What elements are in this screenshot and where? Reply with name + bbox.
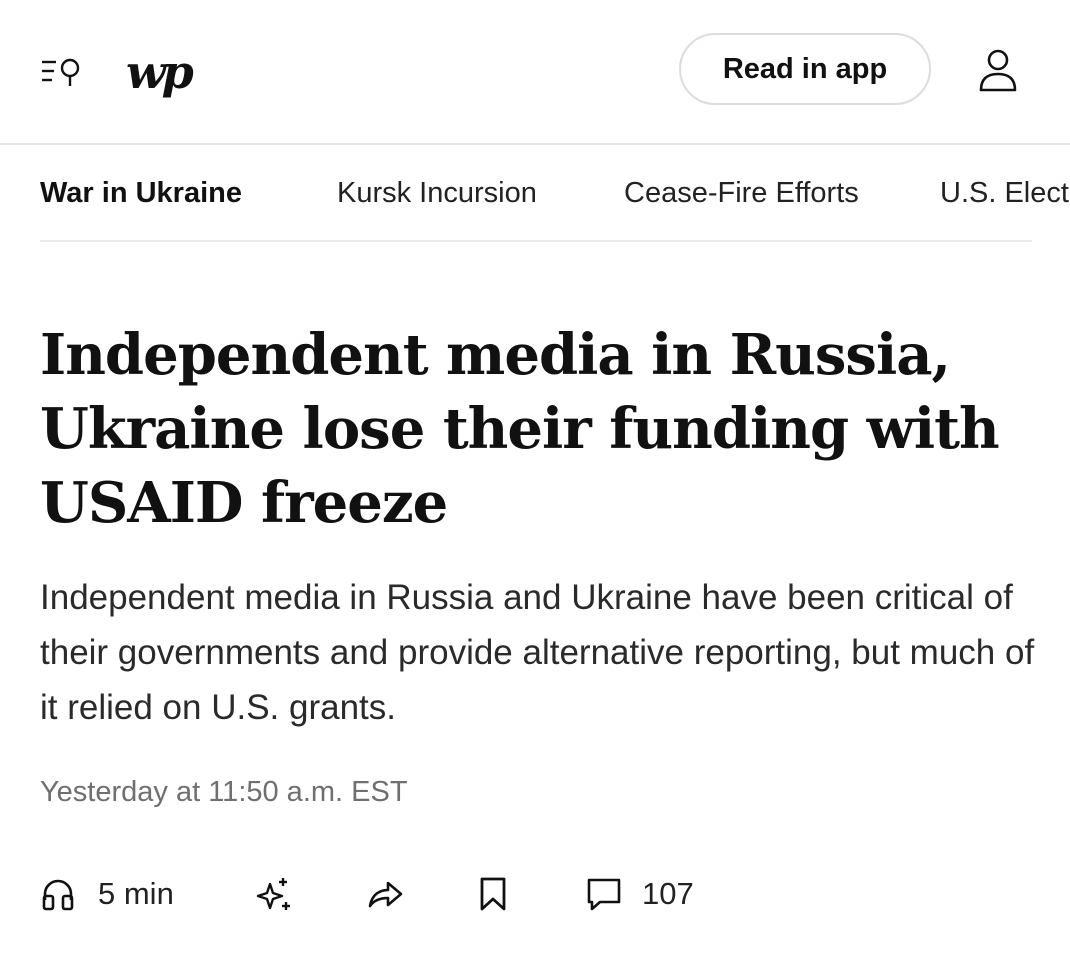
article-dek: Independent media in Russia and Ukraine … [40, 578, 1035, 727]
logo-text: wp [126, 45, 194, 99]
article-timestamp: Yesterday at 11:50 a.m. EST [40, 776, 408, 808]
comment-count: 107 [642, 876, 694, 911]
section-nav-war-in-ukraine[interactable]: War in Ukraine [40, 175, 242, 211]
section-nav-kursk-incursion[interactable]: Kursk Incursion [337, 175, 537, 211]
menu-search-icon[interactable] [40, 56, 92, 90]
user-account-icon[interactable] [976, 48, 1020, 94]
read-in-app-button[interactable]: Read in app [679, 33, 931, 105]
comments-button[interactable]: 107 [586, 876, 694, 912]
comment-icon [587, 878, 621, 911]
nav-divider [40, 240, 1032, 242]
listen-duration: 5 min [98, 876, 174, 911]
section-nav-us-elect[interactable]: U.S. Elect [940, 175, 1069, 211]
listen-button[interactable]: 5 min [40, 876, 174, 912]
section-nav: War in Ukraine Kursk Incursion Cease-Fir… [0, 145, 1070, 243]
washington-post-logo[interactable]: wp [126, 42, 206, 102]
sparkle-icon [256, 878, 290, 910]
bookmark-button[interactable] [478, 876, 508, 912]
share-icon [368, 881, 403, 908]
article-headline: Independent media in Russia, Ukraine los… [40, 322, 1000, 536]
ai-summary-button[interactable] [256, 876, 292, 912]
article-page: wp Read in app War in Ukraine Kursk Incu… [0, 0, 1070, 973]
top-bar: wp Read in app [0, 0, 1070, 144]
headphones-icon [42, 879, 74, 911]
section-nav-cease-fire-efforts[interactable]: Cease-Fire Efforts [624, 175, 859, 211]
bookmark-icon [480, 877, 506, 911]
share-button[interactable] [366, 876, 404, 912]
article-action-bar: 5 min 107 [0, 862, 1070, 932]
